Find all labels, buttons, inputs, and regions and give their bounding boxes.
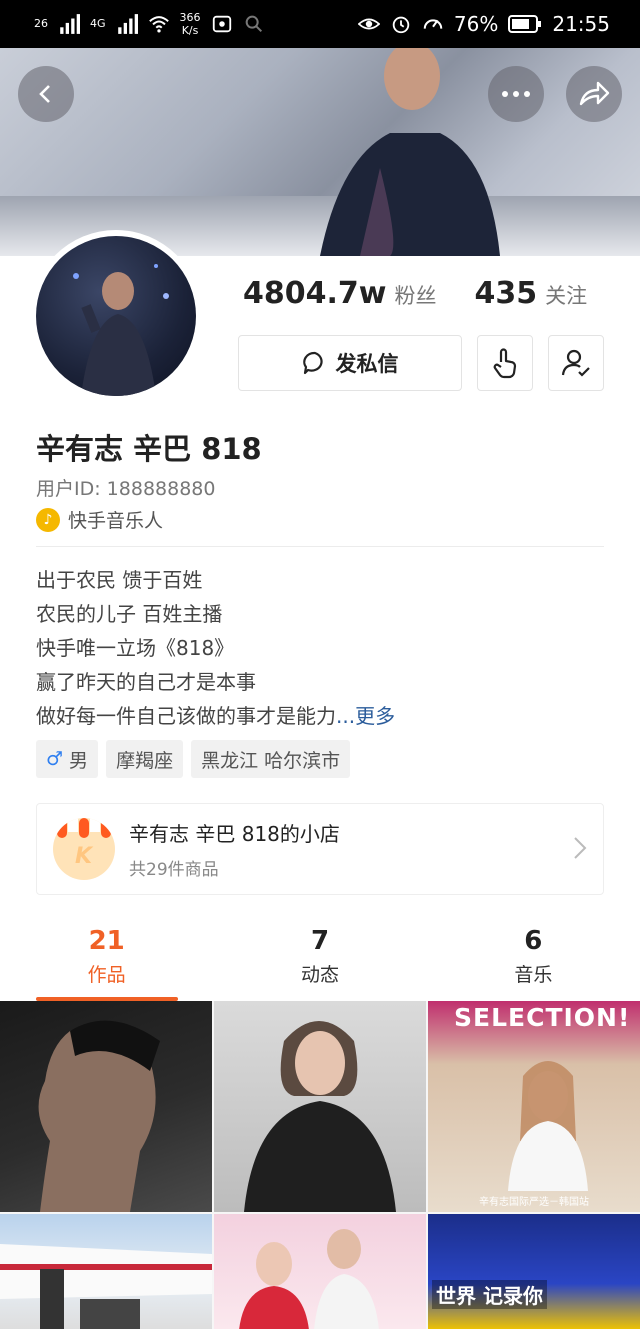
avatar[interactable]: [30, 230, 202, 402]
video-thumbnail[interactable]: [0, 1214, 212, 1329]
cover-image: [0, 48, 640, 256]
wifi-icon: [148, 16, 169, 33]
bio-ellipsis: ...: [336, 704, 356, 728]
bio-more-link[interactable]: 更多: [355, 704, 395, 728]
content-tabs: 21 作品 7 动态 6 音乐: [0, 926, 640, 1001]
tab-moments-label: 动态: [300, 964, 339, 986]
bio-line: 出于农民 馈于百姓: [36, 568, 203, 592]
eye-icon: [357, 18, 380, 30]
avatar-person-silhouette: [73, 264, 169, 396]
tag-gender[interactable]: ♂ 男: [36, 740, 99, 778]
shop-logo: K: [53, 818, 115, 880]
tab-works[interactable]: 21 作品: [0, 926, 213, 1001]
following-label[interactable]: 关注: [545, 280, 587, 310]
following-count[interactable]: 435: [474, 276, 537, 311]
cover-person-silhouette: [320, 48, 500, 256]
thumb-world-text: 世界 记录你: [432, 1280, 547, 1309]
followers-count[interactable]: 4804.7w: [243, 276, 386, 311]
tag-gender-label: 男: [69, 749, 89, 772]
thumb-profile-face: [38, 1020, 160, 1212]
signal-bars-icon-2: [117, 14, 138, 34]
bio: 出于农民 馈于百姓 农民的儿子 百姓主播 快手唯一立场《818》 赢了昨天的自己…: [36, 563, 395, 733]
video-thumbnail[interactable]: SELECTION! 辛有志国际严选－韩国站: [428, 1001, 640, 1212]
user-id[interactable]: 用户ID: 188888880: [36, 474, 215, 501]
chevron-left-icon: [39, 85, 50, 103]
message-button[interactable]: 发私信: [238, 335, 462, 391]
following-status-button[interactable]: [548, 335, 604, 391]
bio-line: 做好每一件自己该做的事才是能力: [36, 704, 336, 728]
tag-zodiac[interactable]: 摩羯座: [106, 740, 184, 778]
tag-location[interactable]: 黑龙江 哈尔滨市: [191, 740, 351, 778]
tab-music-count: 6: [524, 926, 543, 956]
video-grid: SELECTION! 辛有志国际严选－韩国站 世界 记录你: [0, 1001, 640, 1329]
male-icon: ♂: [46, 748, 64, 770]
video-thumbnail[interactable]: 世界 记录你: [428, 1214, 640, 1329]
tab-works-label: 作品: [87, 964, 126, 986]
video-thumbnail[interactable]: [214, 1001, 426, 1212]
tab-music-label: 音乐: [514, 964, 553, 986]
thumb-couple: [239, 1229, 379, 1329]
battery-icon: [508, 15, 542, 33]
bio-line-last: 做好每一件自己该做的事才是能力...更多: [36, 699, 395, 733]
followers-label[interactable]: 粉丝: [394, 280, 436, 310]
profile-card: 4804.7w 粉丝 435 关注 发私信 辛有志 辛巴 818 用户ID: 1…: [0, 230, 640, 1001]
tap-hand-icon: [493, 348, 517, 379]
clock: 21:55: [552, 12, 610, 36]
shop-text: 辛有志 辛巴 818的小店 共29件商品: [129, 818, 340, 880]
bio-line: 赢了昨天的自己才是本事: [36, 670, 256, 694]
tap-button[interactable]: [477, 335, 533, 391]
tab-works-count: 21: [88, 926, 125, 956]
signal-1: 26: [34, 17, 48, 30]
thumb-woman: [244, 1021, 396, 1212]
thumb-airplane: [0, 1244, 212, 1329]
music-note-icon: ♪: [36, 507, 60, 532]
tab-music[interactable]: 6 音乐: [427, 926, 640, 1001]
avatar-photo: [36, 236, 196, 396]
net-speed: 366 K/s: [179, 11, 201, 37]
thumb-host: [508, 1061, 588, 1191]
alarm-icon: [392, 16, 410, 34]
user-check-icon: [561, 349, 590, 377]
chat-bubble-icon: [302, 351, 323, 375]
thumb-selection-caption: 辛有志国际严选－韩国站: [479, 1197, 589, 1208]
speedometer-icon: [423, 19, 443, 29]
shop-subtitle: 共29件商品: [129, 860, 219, 880]
profile-tags: ♂ 男 摩羯座 黑龙江 哈尔滨市: [36, 740, 351, 778]
video-thumbnail[interactable]: [0, 1001, 212, 1212]
message-button-label: 发私信: [335, 352, 399, 376]
shop-card[interactable]: K 辛有志 辛巴 818的小店 共29件商品: [36, 803, 604, 895]
search-icon: [245, 15, 262, 33]
bio-line: 农民的儿子 百姓主播: [36, 602, 223, 626]
profile-name: 辛有志 辛巴 818: [36, 432, 262, 466]
bio-line: 快手唯一立场《818》: [36, 636, 235, 660]
tab-moments-count: 7: [310, 926, 330, 956]
music-badge[interactable]: ♪ 快手音乐人: [36, 506, 163, 533]
signal-2: 4G: [90, 17, 106, 30]
more-dots-icon: [502, 91, 530, 97]
status-bar: 26 4G 366 K/s 76% 21:55: [0, 0, 640, 48]
back-button[interactable]: [18, 66, 74, 122]
video-thumbnail[interactable]: [214, 1214, 426, 1329]
app-notification-icon: [212, 15, 231, 33]
battery-percent: 76%: [453, 12, 499, 36]
signal-bars-icon: [60, 14, 80, 34]
more-button[interactable]: [488, 66, 544, 122]
shop-logo-letter: K: [75, 844, 93, 869]
music-badge-label: 快手音乐人: [68, 510, 164, 532]
shop-title: 辛有志 辛巴 818的小店: [129, 822, 340, 846]
chevron-right-icon: [574, 837, 587, 859]
profile-stats: 4804.7w 粉丝 435 关注: [243, 276, 617, 311]
share-arrow-icon: [579, 81, 610, 106]
share-button[interactable]: [566, 66, 622, 122]
divider: [36, 546, 604, 547]
tab-moments[interactable]: 7 动态: [213, 926, 426, 1001]
